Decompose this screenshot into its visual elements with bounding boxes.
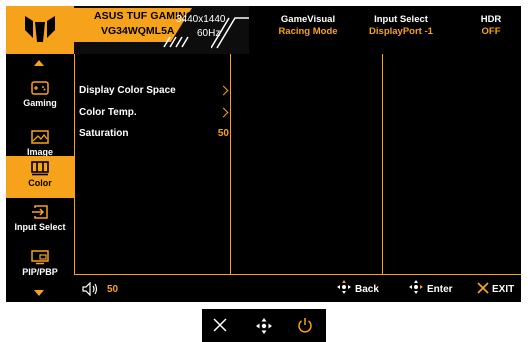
menu-item-display-color-space[interactable]: Display Color Space [79,85,229,101]
divider [382,54,383,274]
menu-item-label: Saturation [79,128,129,139]
exit-hint[interactable]: EXIT [477,274,521,302]
hardware-key-bar [202,309,326,342]
scroll-down-icon[interactable] [34,290,44,296]
chevron-right-icon [218,107,229,118]
gamevisual-label: GameVisual [280,14,336,25]
close-key-icon[interactable] [212,317,228,333]
divider [74,54,75,274]
joystick-back-icon [337,280,351,294]
back-hint[interactable]: Back [336,274,386,302]
stripe-decoration [163,36,189,48]
gamevisual-info: GameVisual Racing Mode [268,6,348,54]
sidebar-item-label: PIP/PBP [22,267,58,277]
picture-icon [31,130,49,144]
sidebar-item-label: Input Select [14,222,66,232]
hdr-label: HDR [480,14,502,25]
gamevisual-value: Racing Mode [278,26,338,37]
sidebar-item-pip-pbp[interactable]: PIP/PBP [6,245,74,293]
menu-item-saturation[interactable]: Saturation 50 [79,128,229,144]
divider-slash [211,17,249,49]
gamepad-icon [31,81,49,95]
speaker-icon [82,282,98,296]
menu-item-color-temp[interactable]: Color Temp. [79,107,229,123]
color-bars-icon [31,161,49,176]
sidebar-item-label: Gaming [23,98,57,108]
scroll-up-icon[interactable] [34,60,44,66]
input-value: DisplayPort -1 [369,26,433,37]
tuf-logo [6,6,74,54]
enter-label: Enter [427,284,453,295]
chevron-right-icon [218,85,229,96]
input-label: Input Select [374,14,428,25]
saturation-value: 50 [217,128,229,139]
sidebar: Gaming Image Color Input Select PIP/PBP [6,54,74,302]
joystick-key-icon[interactable] [255,317,273,335]
hdr-value: OFF [481,26,501,37]
sidebar-item-label: Color [28,178,52,188]
power-icon[interactable] [297,317,313,333]
pip-icon [31,250,49,265]
sidebar-item-color[interactable]: Color [6,156,74,198]
divider [230,54,231,274]
hdr-info: HDR OFF [471,6,511,54]
osd-menu: ASUS TUF GAMING VG34WQML5A 3440x1440 60H… [6,6,521,302]
back-label: Back [355,284,379,295]
volume-value: 50 [107,284,119,295]
joystick-enter-icon [409,280,423,294]
enter-hint[interactable]: Enter [408,274,468,302]
close-icon [477,282,489,294]
volume-indicator: 50 [82,274,142,302]
input-arrow-icon [32,205,48,219]
input-info: Input Select DisplayPort -1 [356,6,446,54]
tuf-logo-icon [25,16,55,42]
sidebar-item-input-select[interactable]: Input Select [6,200,74,248]
menu-item-label: Color Temp. [79,107,137,118]
sidebar-item-gaming[interactable]: Gaming [6,76,74,124]
exit-label: EXIT [492,284,515,295]
menu-item-label: Display Color Space [79,85,176,96]
